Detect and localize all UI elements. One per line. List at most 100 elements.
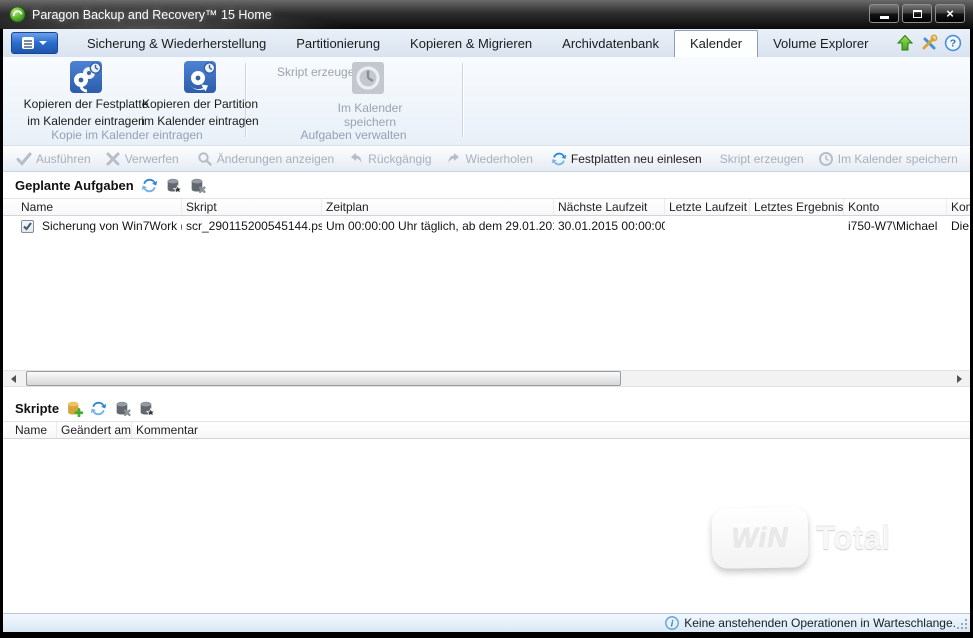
- tab-kopieren[interactable]: Kopieren & Migrieren: [395, 32, 547, 57]
- delete-task-icon[interactable]: [189, 177, 206, 194]
- table-row[interactable]: Sicherung von Win7Work (C:) scr_29011520…: [3, 216, 970, 236]
- button-label: Festplatten neu einlesen: [570, 152, 702, 166]
- close-button[interactable]: ×: [935, 4, 965, 23]
- title-bar: Paragon Backup and Recovery™ 15 Home ×: [0, 0, 973, 29]
- column-header-naechste-laufzeit[interactable]: Nächste Laufzeit: [554, 199, 665, 215]
- ribbon-group-label: Kopie im Kalender eintragen: [51, 128, 203, 142]
- window-title: Paragon Backup and Recovery™ 15 Home: [32, 7, 272, 22]
- help-icon[interactable]: ?: [944, 34, 962, 52]
- scrollbar-thumb[interactable]: [26, 371, 621, 386]
- check-icon: [23, 221, 32, 231]
- chevron-down-icon: [39, 41, 47, 45]
- task-name: Sicherung von Win7Work (C:): [42, 219, 182, 233]
- run-button[interactable]: Ausführen: [9, 148, 98, 170]
- copy-partition-icon: [184, 61, 216, 93]
- ribbon-group-copy: Kopieren der Festplatte im Kalender eint…: [9, 57, 259, 145]
- rescan-disks-button[interactable]: Festplatten neu einlesen: [544, 148, 709, 170]
- button-label: Wiederholen: [465, 152, 533, 166]
- maximize-button[interactable]: [902, 4, 932, 23]
- column-header-kommentar[interactable]: Kommentar: [947, 199, 970, 215]
- ribbon-group-label: Aufgaben verwalten: [300, 128, 407, 142]
- horizontal-scrollbar[interactable]: [3, 370, 970, 387]
- task-account: i750-W7\Michael: [848, 219, 938, 233]
- column-header-letztes-ergebnis[interactable]: Letztes Ergebnis: [750, 199, 844, 215]
- scripts-table-header: Name Geändert am Kommentar: [3, 421, 970, 439]
- column-header-geaendert-am[interactable]: Geändert am: [57, 422, 132, 438]
- refresh-scripts-icon[interactable]: [90, 400, 107, 417]
- minimize-icon: [879, 15, 889, 19]
- check-icon: [16, 152, 32, 166]
- button-label: Änderungen anzeigen: [216, 152, 335, 166]
- tab-kalender[interactable]: Kalender: [674, 30, 759, 57]
- client-area: Sicherung & Wiederherstellung Partitioni…: [3, 29, 970, 632]
- main-tab-bar: Sicherung & Wiederherstellung Partitioni…: [3, 29, 970, 57]
- scroll-right-button[interactable]: [951, 371, 968, 386]
- discard-button[interactable]: Verwerfen: [98, 148, 186, 170]
- paragon-window: { "window": { "title": "Paragon Backup a…: [0, 0, 973, 638]
- ribbon-separator: [462, 63, 463, 137]
- column-header-name[interactable]: Name: [11, 422, 57, 438]
- task-comment: Die: [951, 219, 970, 233]
- redo-button[interactable]: Wiederholen: [439, 148, 540, 170]
- magnifier-icon: [198, 152, 212, 166]
- tab-archivdatenbank[interactable]: Archivdatenbank: [547, 32, 674, 57]
- status-message: Keine anstehenden Operationen in Wartesc…: [684, 616, 956, 630]
- paragon-logo-icon: [9, 6, 26, 23]
- column-header-name[interactable]: Name: [11, 199, 182, 215]
- button-label: Ausführen: [36, 152, 91, 166]
- button-label: Skript erzeugen: [719, 152, 804, 166]
- tasks-table-body: Sicherung von Win7Work (C:) scr_29011520…: [3, 216, 970, 370]
- ribbon: Kopieren der Festplatte im Kalender eint…: [3, 57, 970, 146]
- home-icon[interactable]: [896, 34, 914, 52]
- scripts-panel-header: Skripte: [3, 395, 970, 421]
- action-toolbar: Ausführen Verwerfen Änderungen anzeigen …: [3, 146, 970, 172]
- info-icon: i: [665, 616, 680, 630]
- ribbon-save-calendar-button[interactable]: [351, 61, 385, 95]
- button-label: Rückgängig: [368, 152, 432, 166]
- main-menu-button[interactable]: [11, 32, 58, 54]
- column-header-letzte-laufzeit[interactable]: Letzte Laufzeit: [665, 199, 750, 215]
- column-header-konto[interactable]: Konto: [844, 199, 947, 215]
- edit-task-icon[interactable]: [165, 177, 182, 194]
- ribbon-group-tasks: Skript erzeugen Im Kalender speichern Au…: [245, 57, 462, 145]
- task-checkbox[interactable]: [21, 219, 34, 233]
- save-to-calendar-button[interactable]: Im Kalender speichern: [811, 148, 965, 170]
- tab-partitionierung[interactable]: Partitionierung: [281, 32, 395, 57]
- task-next-run: 30.01.2015 00:00:00: [558, 219, 665, 233]
- column-header-zeitplan[interactable]: Zeitplan: [322, 199, 554, 215]
- tab-sicherung[interactable]: Sicherung & Wiederherstellung: [72, 32, 281, 57]
- tasks-panel-header: Geplante Aufgaben: [3, 172, 970, 198]
- task-schedule: Um 00:00:00 Uhr täglich, ab dem 29.01.20…: [326, 219, 554, 233]
- settings-tools-icon[interactable]: [920, 34, 938, 52]
- task-script: scr_290115200545144.psl: [186, 219, 322, 233]
- resize-grip[interactable]: [956, 618, 969, 631]
- menu-icon: [22, 37, 34, 49]
- edit-script-icon[interactable]: [138, 400, 156, 417]
- maximize-icon: [912, 9, 922, 18]
- status-bar: i Keine anstehenden Operationen in Warte…: [3, 613, 970, 632]
- delete-script-icon[interactable]: [114, 400, 131, 417]
- scroll-left-button[interactable]: [5, 371, 22, 386]
- clock-icon: [352, 62, 384, 94]
- copy-disk-icon: [70, 61, 102, 93]
- tasks-panel-title: Geplante Aufgaben: [15, 177, 134, 193]
- tasks-table-header: Name Skript Zeitplan Nächste Laufzeit Le…: [3, 198, 970, 216]
- generate-script-button[interactable]: Skript erzeugen: [713, 148, 811, 170]
- button-label: Kopieren der Partition: [141, 97, 259, 111]
- show-changes-button[interactable]: Änderungen anzeigen: [190, 148, 341, 170]
- undo-button[interactable]: Rückgängig: [341, 148, 438, 170]
- express-mode-button[interactable]: Express-Modus: [967, 148, 970, 170]
- column-header-skript[interactable]: Skript: [182, 199, 322, 215]
- button-label: speichern: [343, 115, 397, 129]
- arrow-right-icon: [957, 374, 962, 383]
- tab-volume-explorer[interactable]: Volume Explorer: [758, 32, 883, 57]
- column-header-kommentar[interactable]: Kommentar: [132, 422, 970, 438]
- ribbon-generate-script-button[interactable]: Skript erzeugen: [277, 65, 361, 79]
- button-label: im Kalender eintragen: [141, 114, 259, 128]
- add-script-icon[interactable]: [66, 400, 84, 417]
- window-controls: ×: [869, 4, 965, 23]
- button-label: Verwerfen: [124, 152, 179, 166]
- refresh-tasks-icon[interactable]: [141, 177, 158, 194]
- arrow-left-icon: [11, 374, 16, 383]
- minimize-button[interactable]: [869, 4, 899, 23]
